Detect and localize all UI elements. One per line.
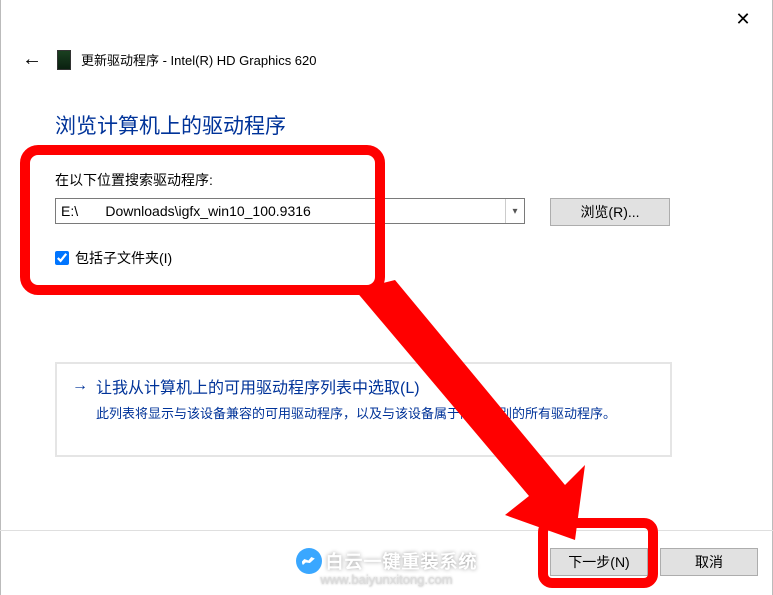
close-icon: ✕ (735, 9, 750, 29)
next-button[interactable]: 下一步(N) (550, 548, 648, 576)
browse-button[interactable]: 浏览(R)... (550, 198, 670, 226)
device-icon (57, 50, 71, 70)
option-title: 让我从计算机上的可用驱动程序列表中选取(L) (96, 374, 420, 398)
back-button[interactable]: ← (22, 48, 42, 71)
footer-divider (0, 530, 773, 531)
option-description: 此列表将显示与该设备兼容的可用驱动程序，以及与该设备属于同一类别的所有驱动程序。 (96, 404, 655, 424)
cancel-button[interactable]: 取消 (660, 548, 758, 576)
include-subfolders-label: 包括子文件夹(I) (75, 248, 172, 268)
chevron-down-icon[interactable]: ▾ (505, 199, 524, 223)
page-heading: 浏览计算机上的驱动程序 (55, 110, 286, 140)
pick-from-list-option[interactable]: → 让我从计算机上的可用驱动程序列表中选取(L) 此列表将显示与该设备兼容的可用… (55, 362, 672, 457)
watermark-text: 白云一键重装系统 (326, 548, 478, 574)
dialog-header: ← 更新驱动程序 - Intel(R) HD Graphics 620 (22, 48, 751, 71)
driver-path-combobox[interactable]: ▾ (55, 198, 525, 224)
include-subfolders-row[interactable]: 包括子文件夹(I) (55, 248, 172, 268)
driver-path-input[interactable] (56, 200, 505, 222)
dialog-title: 更新驱动程序 - Intel(R) HD Graphics 620 (81, 50, 317, 69)
include-subfolders-checkbox[interactable] (55, 251, 69, 265)
search-location-label: 在以下位置搜索驱动程序: (55, 170, 213, 190)
watermark: 白云一键重装系统 www.baiyunxitong.com (0, 548, 773, 587)
watermark-logo-icon (296, 548, 322, 574)
watermark-url: www.baiyunxitong.com (320, 572, 452, 587)
close-button[interactable]: ✕ (733, 10, 753, 30)
arrow-right-icon: → (72, 377, 88, 395)
